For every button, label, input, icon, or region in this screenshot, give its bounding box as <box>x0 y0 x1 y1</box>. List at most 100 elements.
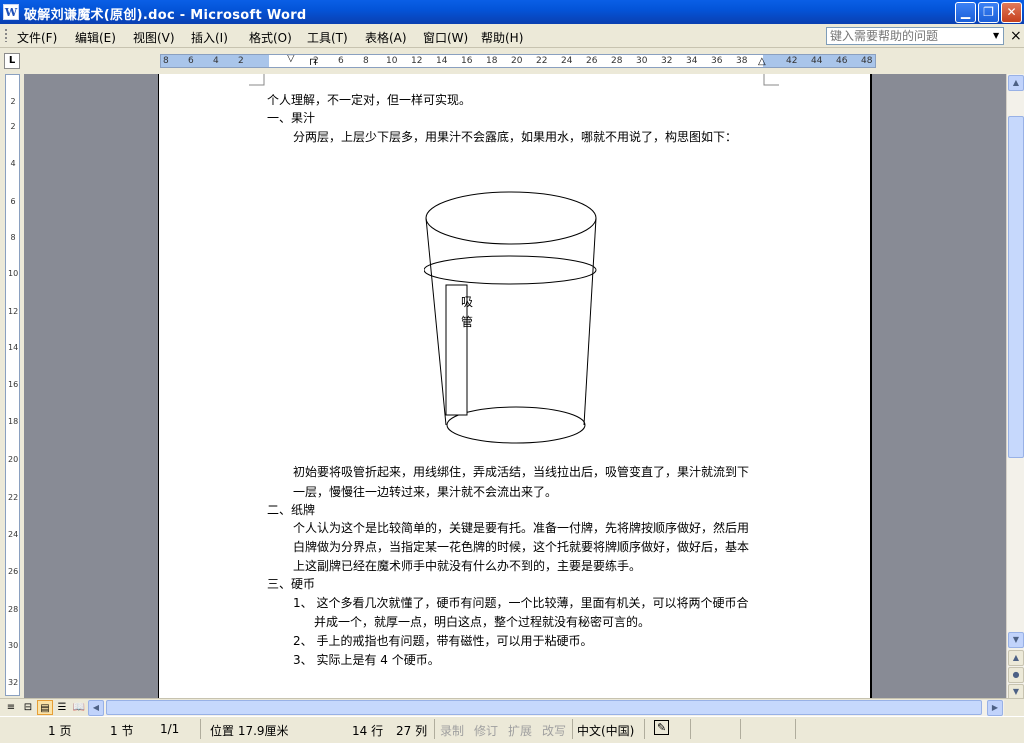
straw-label-char: 管 <box>461 315 474 329</box>
straw-label: 吸 管 <box>461 292 473 332</box>
chevron-down-icon[interactable]: ▼ <box>993 31 999 40</box>
menu-tools[interactable]: 工具(T) <box>307 29 348 46</box>
menu-table[interactable]: 表格(A) <box>365 29 407 46</box>
ruler-label: 22 <box>536 56 548 66</box>
ruler-label: 32 <box>661 56 673 66</box>
vruler-label: 2 <box>10 97 16 106</box>
vruler-label: 32 <box>8 678 19 687</box>
status-position: 位置 17.9厘米 <box>210 724 289 738</box>
status-separator <box>644 719 645 739</box>
horizontal-ruler[interactable]: 8 6 4 2 2 6 8 10 12 14 16 18 20 22 24 26… <box>160 54 876 68</box>
status-language[interactable]: 中文(中国) <box>577 722 634 739</box>
normal-view-icon[interactable]: ≡ <box>3 700 19 715</box>
status-track-changes[interactable]: 修订 <box>474 722 498 739</box>
ruler-label: 8 <box>363 56 369 66</box>
toolbar-grip[interactable] <box>5 29 7 42</box>
spelling-check-icon[interactable]: ✎ <box>654 720 670 735</box>
web-layout-view-icon[interactable]: ⊟ <box>20 700 36 715</box>
ruler-label: 14 <box>436 56 448 66</box>
status-section: 1 节 <box>110 724 134 738</box>
close-button[interactable]: ✕ <box>1001 2 1022 23</box>
menu-bar: 文件(F) 编辑(E) 视图(V) 插入(I) 格式(O) 工具(T) 表格(A… <box>0 24 1024 48</box>
vertical-ruler[interactable]: 2 2 4 6 8 10 12 14 16 18 20 22 24 26 28 … <box>5 74 20 696</box>
menu-help[interactable]: 帮助(H) <box>481 29 523 46</box>
status-column: 27 列 <box>396 724 428 738</box>
ruler-label: 24 <box>561 56 573 66</box>
menu-insert[interactable]: 插入(I) <box>191 29 228 46</box>
scroll-left-button[interactable]: ◀ <box>88 700 104 716</box>
tab-stop-selector[interactable]: L <box>4 53 20 69</box>
ruler-label: 46 <box>836 56 848 66</box>
outline-view-icon[interactable]: ☰ <box>54 700 70 715</box>
status-bar: 1 页 1 节 1/1 位置 17.9厘米 14 行 27 列 录制 修订 扩展… <box>0 716 1024 743</box>
ruler-label: 34 <box>686 56 698 66</box>
status-overtype[interactable]: 改写 <box>542 722 566 739</box>
vruler-label: 20 <box>8 455 19 464</box>
scroll-down-button[interactable]: ▼ <box>1008 632 1024 648</box>
status-separator <box>572 719 573 739</box>
vruler-label: 10 <box>8 269 19 278</box>
doc-list-item: 1、 这个多看几次就懂了，硬币有问题，一个比较薄，里面有机关，可以将两个硬币合 <box>293 596 749 610</box>
status-page-of: 1/1 <box>160 722 180 736</box>
ruler-label: 6 <box>338 56 344 66</box>
status-separator <box>690 719 691 739</box>
scroll-up-button[interactable]: ▲ <box>1008 75 1024 91</box>
select-browse-object-button[interactable]: ● <box>1008 667 1024 683</box>
ruler-label: 4 <box>213 56 219 66</box>
ruler-label: 12 <box>411 56 423 66</box>
ruler-label: 36 <box>711 56 723 66</box>
cup-diagram[interactable] <box>424 189 604 449</box>
close-document-icon[interactable]: × <box>1010 28 1022 44</box>
vruler-label: 22 <box>8 493 19 502</box>
status-extend[interactable]: 扩展 <box>508 722 532 739</box>
doc-list-item: 2、 手上的戒指也有问题，带有磁性，可以用于粘硬币。 <box>293 634 593 648</box>
vertical-scrollbar[interactable]: ▲ ▼ ▲ ● ▼ <box>1006 74 1024 700</box>
doc-list-item: 3、 实际上是有 4 个硬币。 <box>293 653 440 667</box>
document-page[interactable]: 个人理解，不一定对，但一样可实现。 一、果汁 分两层，上层少下层多，用果汁不会露… <box>158 74 872 698</box>
status-separator <box>740 719 741 739</box>
vruler-label: 4 <box>10 159 16 168</box>
vertical-scroll-thumb[interactable] <box>1008 116 1024 458</box>
scroll-right-button[interactable]: ▶ <box>987 700 1003 716</box>
ruler-label: 16 <box>461 56 473 66</box>
ruler-label: 38 <box>736 56 748 66</box>
status-record[interactable]: 录制 <box>440 722 464 739</box>
ruler-label: 2 <box>238 56 244 66</box>
horizontal-scroll-thumb[interactable] <box>106 700 982 715</box>
status-page: 1 页 <box>48 724 72 738</box>
vruler-label: 24 <box>8 530 19 539</box>
reading-layout-view-icon[interactable]: 📖 <box>71 700 87 715</box>
straw-label-char: 吸 <box>461 295 474 309</box>
menu-view[interactable]: 视图(V) <box>133 29 175 46</box>
help-search-input[interactable] <box>826 27 1004 45</box>
ruler-label: 18 <box>486 56 498 66</box>
restore-button[interactable]: ❐ <box>978 2 999 23</box>
status-line: 14 行 <box>352 724 384 738</box>
hanging-indent-marker[interactable]: ⊓ <box>309 57 317 67</box>
vruler-label: 18 <box>8 417 19 426</box>
ruler-label: 48 <box>861 56 873 66</box>
print-layout-view-icon[interactable]: ▤ <box>37 700 53 715</box>
doc-paragraph: 分两层，上层少下层多，用果汁不会露底，如果用水，哪就不用说了，构思图如下： <box>293 130 738 144</box>
doc-paragraph: 上这副牌已经在魔术师手中就没有什么办不到的，主要是要练手。 <box>293 559 642 573</box>
word-doc-icon[interactable]: W <box>3 4 19 20</box>
menu-window[interactable]: 窗口(W) <box>423 29 468 46</box>
menu-file[interactable]: 文件(F) <box>17 29 57 46</box>
horizontal-scrollbar[interactable]: ◀ ▶ <box>88 700 1004 716</box>
first-line-indent-marker[interactable]: ▽ <box>287 55 295 64</box>
doc-heading: 一、果汁 <box>267 111 316 125</box>
vruler-label: 28 <box>8 605 19 614</box>
menu-format[interactable]: 格式(O) <box>249 29 292 46</box>
ruler-label: 20 <box>511 56 523 66</box>
right-indent-marker[interactable]: △ <box>758 56 766 67</box>
vruler-label: 26 <box>8 567 19 576</box>
status-separator <box>795 719 796 739</box>
ruler-label: 42 <box>786 56 798 66</box>
status-separator <box>434 719 435 739</box>
previous-page-button[interactable]: ▲ <box>1008 650 1024 666</box>
minimize-button[interactable]: ▁ <box>955 2 976 23</box>
ruler-label: 44 <box>811 56 823 66</box>
crop-mark <box>249 74 265 86</box>
doc-paragraph: 个人理解，不一定对，但一样可实现。 <box>267 93 472 107</box>
menu-edit[interactable]: 编辑(E) <box>75 29 116 46</box>
